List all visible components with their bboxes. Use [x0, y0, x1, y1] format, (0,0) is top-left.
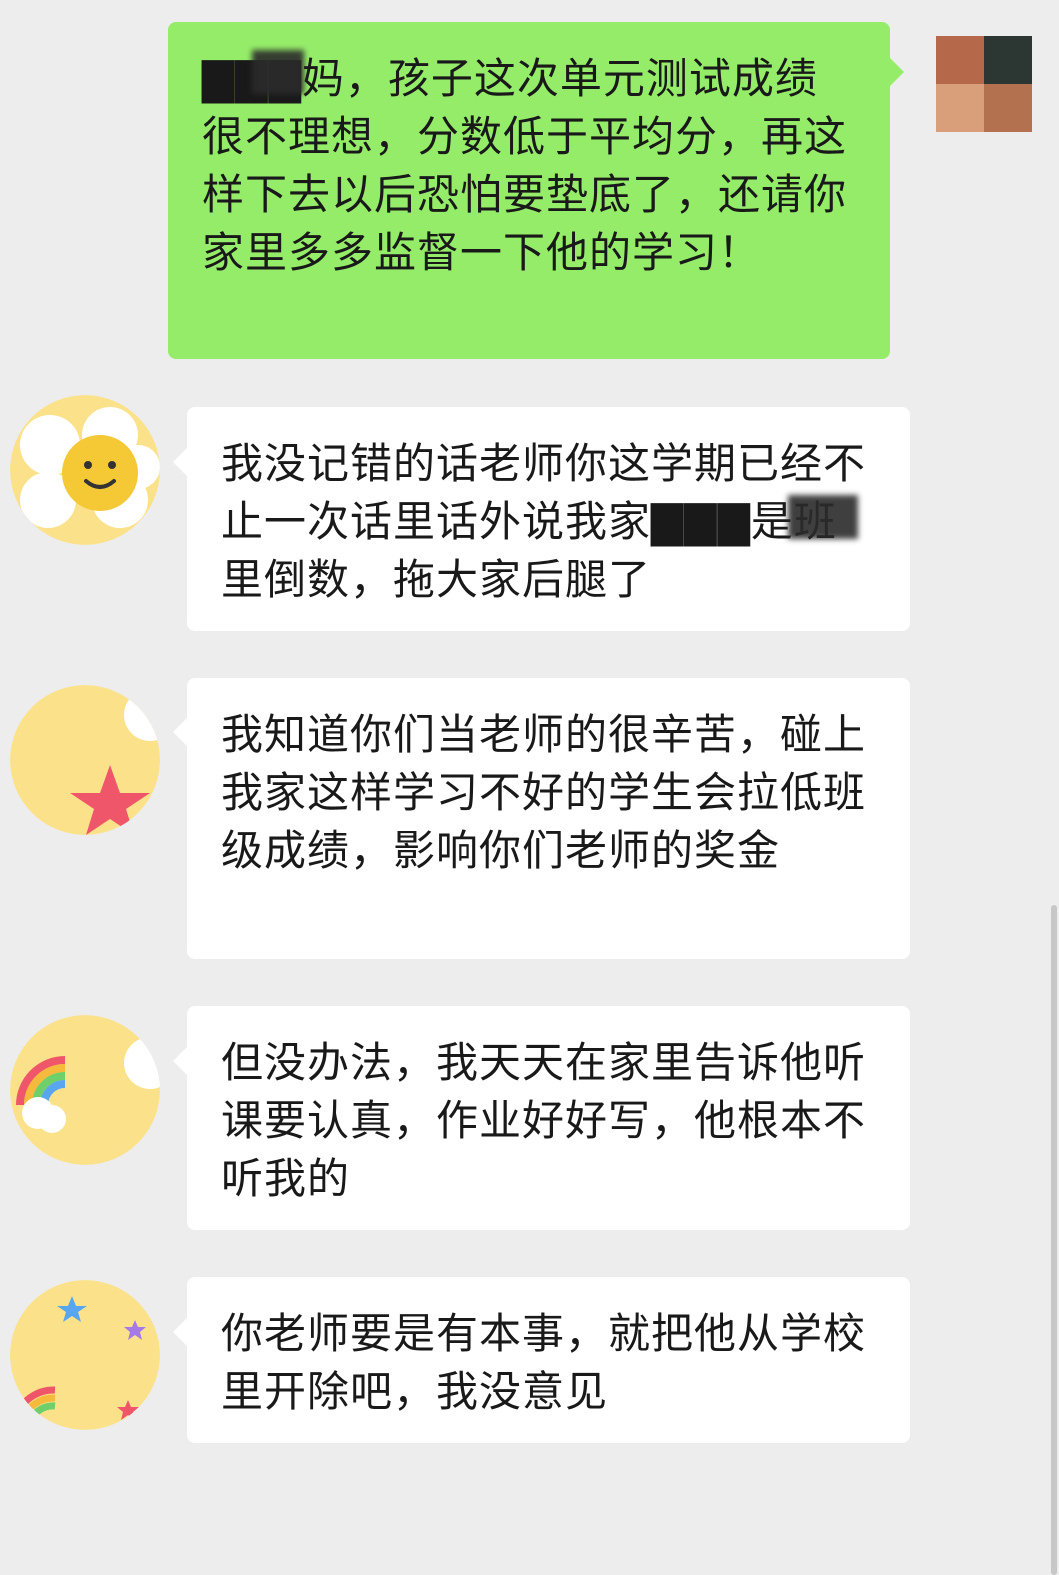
stars-rainbow-avatar-icon [10, 1280, 160, 1430]
bubble-tail [173, 1318, 187, 1346]
receiver-avatar[interactable] [10, 685, 160, 835]
bubble-tail [890, 58, 904, 86]
pixelated-avatar-icon [936, 36, 1032, 132]
redaction-mark [252, 50, 304, 94]
message-text: 你老师要是有本事，就把他从学校里开除吧，我没意见 [221, 1309, 867, 1416]
receiver-avatar[interactable] [10, 1015, 160, 1165]
received-bubble[interactable]: 但没办法，我天天在家里告诉他听课要认真，作业好好写，他根本不听我的 [187, 1006, 910, 1230]
chat-area[interactable]: ▇▇▇妈，孩子这次单元测试成绩很不理想，分数低于平均分，再这样下去以后恐怕要垫底… [0, 0, 1059, 1575]
smiley-flower-avatar-icon [10, 395, 160, 545]
rainbow-avatar-icon [10, 1015, 160, 1165]
message-text: 我知道你们当老师的很辛苦，碰上我家这样学习不好的学生会拉低班级成绩，影响你们老师… [221, 710, 867, 875]
receiver-avatar[interactable] [10, 1280, 160, 1430]
receiver-avatar[interactable] [10, 395, 160, 545]
bubble-tail [173, 718, 187, 746]
scrollbar[interactable] [1051, 905, 1057, 1575]
bubble-tail [173, 448, 187, 476]
message-text: 我没记错的话老师你这学期已经不止一次话里话外说我家▇▇▇是班里倒数，拖大家后腿了 [221, 439, 867, 604]
sender-avatar[interactable] [936, 36, 1032, 132]
received-bubble[interactable]: 你老师要是有本事，就把他从学校里开除吧，我没意见 [187, 1277, 910, 1443]
redaction-mark [788, 495, 858, 539]
bubble-tail [173, 1047, 187, 1075]
received-bubble[interactable]: 我知道你们当老师的很辛苦，碰上我家这样学习不好的学生会拉低班级成绩，影响你们老师… [187, 678, 910, 959]
star-avatar-icon [10, 685, 160, 835]
message-text: 但没办法，我天天在家里告诉他听课要认真，作业好好写，他根本不听我的 [221, 1038, 867, 1203]
